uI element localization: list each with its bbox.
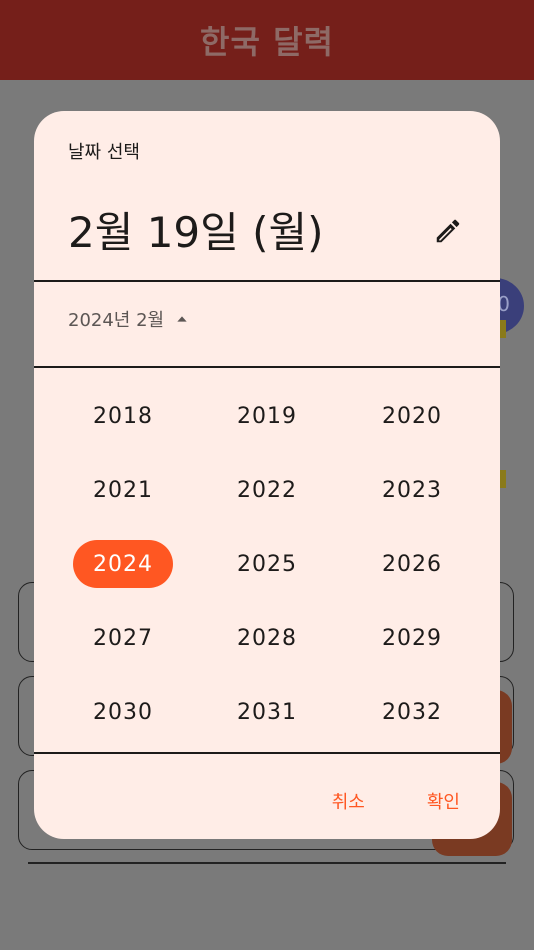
dialog-helper-text: 날짜 선택 (68, 142, 140, 163)
year-option[interactable]: 2023 (362, 466, 462, 514)
header-divider (34, 280, 500, 282)
grid-divider (34, 752, 500, 754)
year-option[interactable]: 2021 (73, 466, 173, 514)
year-option[interactable]: 2032 (362, 688, 462, 736)
year-option[interactable]: 2025 (217, 540, 317, 588)
cancel-button[interactable]: 취소 (332, 788, 365, 814)
divider (28, 862, 506, 864)
year-option[interactable]: 2029 (362, 614, 462, 662)
year-option[interactable]: 2031 (217, 688, 317, 736)
pencil-icon (436, 219, 460, 243)
edit-date-button[interactable] (430, 213, 466, 249)
year-option[interactable]: 2030 (73, 688, 173, 736)
date-picker-dialog: 날짜 선택 2월 19일 (월) 2024년 2월 2018 2019 2020 20… (34, 111, 500, 839)
selected-date-headline: 2월 19일 (월) (68, 208, 324, 257)
confirm-button[interactable]: 확인 (427, 788, 460, 814)
year-option-selected[interactable]: 2024 (73, 540, 173, 588)
app-title: 한국 달력 (200, 23, 334, 61)
year-option[interactable]: 2020 (362, 392, 462, 440)
month-year-label: 2024년 2월 (68, 310, 165, 331)
dialog-actions: 취소 확인 (332, 788, 460, 814)
year-option[interactable]: 2026 (362, 540, 462, 588)
app-bar: 한국 달력 (0, 0, 534, 80)
year-option[interactable]: 2022 (217, 466, 317, 514)
year-option[interactable]: 2028 (217, 614, 317, 662)
year-option[interactable]: 2018 (73, 392, 173, 440)
year-option[interactable]: 2027 (73, 614, 173, 662)
year-option[interactable]: 2019 (217, 392, 317, 440)
selector-divider (34, 366, 500, 368)
month-year-selector[interactable]: 2024년 2월 (68, 305, 190, 333)
arrow-drop-up-icon (177, 316, 187, 322)
